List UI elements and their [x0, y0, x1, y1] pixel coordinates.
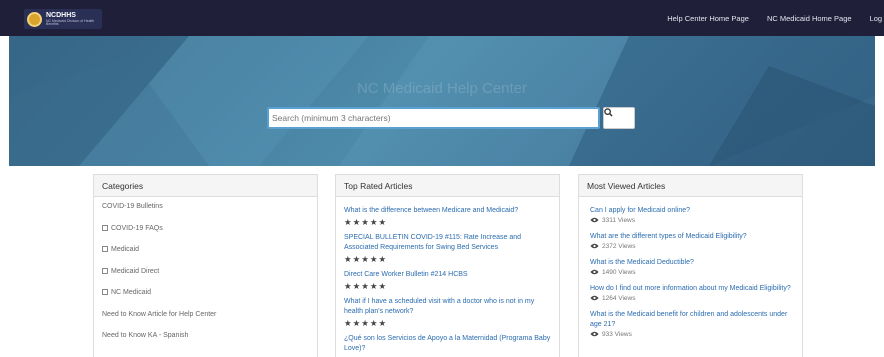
category-item[interactable]: COVID-19 Bulletins [94, 197, 317, 219]
nav-log-in[interactable]: Log in [870, 14, 884, 23]
article-link[interactable]: What is the difference between Medicare … [344, 206, 551, 216]
ncdhhs-logo[interactable]: NCDHHS NC Medicaid Division of Health Be… [24, 9, 102, 29]
view-count: 3311 Views [602, 217, 636, 224]
category-item[interactable]: Need to Know KA - Spanish [94, 326, 317, 348]
nav-nc-medicaid-home[interactable]: NC Medicaid Home Page [767, 14, 852, 23]
eye-icon [590, 269, 599, 275]
category-label: NC Medicaid [111, 289, 152, 296]
category-item[interactable]: Need to Know Article for Help Center [94, 305, 317, 327]
most-viewed-title: Most Viewed Articles [579, 175, 802, 197]
article-link[interactable]: Direct Care Worker Bulletin #214 HCBS [344, 270, 551, 280]
logo-subtitle: NC Medicaid Division of Health Benefits [46, 18, 95, 26]
eye-icon [590, 331, 599, 337]
view-count: 933 Views [602, 331, 632, 338]
top-rated-title: Top Rated Articles [336, 175, 559, 197]
search-button[interactable] [603, 107, 635, 129]
list-item: Can I apply for Medicaid online? 3311 Vi… [590, 206, 791, 226]
star-rating: ★★★★★ [344, 281, 388, 291]
search-icon [604, 108, 613, 117]
category-list: COVID-19 Bulletins COVID-19 FAQs Medicai… [94, 197, 317, 348]
article-link[interactable]: SPECIAL BULLETIN COVID-19 #115: Rate Inc… [344, 233, 551, 253]
category-label: Medicaid [111, 246, 140, 253]
list-item: What is the Medicaid benefit for childre… [590, 310, 791, 340]
eye-icon [590, 217, 599, 223]
view-count: 2372 Views [602, 243, 636, 250]
top-navbar: NCDHHS NC Medicaid Division of Health Be… [0, 0, 884, 36]
star-rating: ★★★★★ [344, 318, 388, 328]
list-item: What is the difference between Medicare … [344, 206, 551, 228]
hero-background-pattern [9, 36, 875, 166]
nav-links: Help Center Home Page NC Medicaid Home P… [667, 14, 884, 23]
article-link[interactable]: What is the Medicaid Deductible? [590, 258, 791, 268]
categories-panel: Categories COVID-19 Bulletins COVID-19 F… [93, 174, 318, 357]
most-viewed-panel: Most Viewed Articles Can I apply for Med… [578, 174, 803, 357]
view-count: 1490 Views [602, 269, 636, 276]
eye-icon [590, 295, 599, 301]
nav-help-center-home[interactable]: Help Center Home Page [667, 14, 749, 23]
list-item: ¿Qué son los Servicios de Apoyo a la Mat… [344, 334, 551, 357]
expand-icon[interactable] [102, 224, 108, 231]
article-link[interactable]: What are the different types of Medicaid… [590, 232, 791, 242]
hero-banner: NC Medicaid Help Center [9, 36, 875, 166]
category-item[interactable]: Medicaid Direct [94, 262, 317, 284]
star-rating: ★★★★★ [344, 254, 388, 264]
list-item: What are the different types of Medicaid… [590, 232, 791, 252]
view-count: 1264 Views [602, 295, 636, 302]
hero-title: NC Medicaid Help Center [356, 80, 528, 97]
star-rating: ★★★★★ [344, 217, 388, 227]
category-item[interactable]: NC Medicaid [94, 283, 317, 305]
expand-icon[interactable] [102, 246, 108, 252]
expand-icon[interactable] [102, 267, 108, 274]
list-item: SPECIAL BULLETIN COVID-19 #115: Rate Inc… [344, 233, 551, 265]
top-rated-list: What is the difference between Medicare … [336, 197, 559, 357]
search-input[interactable] [267, 107, 600, 129]
article-link[interactable]: ¿Qué son los Servicios de Apoyo a la Mat… [344, 334, 551, 354]
article-link[interactable]: Can I apply for Medicaid online? [590, 206, 791, 216]
category-item[interactable]: COVID-19 FAQs [94, 219, 317, 241]
eye-icon [590, 243, 599, 249]
category-label: Medicaid Direct [111, 267, 160, 275]
article-link[interactable]: What if I have a scheduled visit with a … [344, 297, 551, 317]
category-label: Need to Know KA - Spanish [102, 332, 189, 339]
seal-icon [27, 11, 42, 27]
top-rated-panel: Top Rated Articles What is the differenc… [335, 174, 560, 357]
logo-name: NCDHHS [46, 11, 76, 19]
category-label: Need to Know Article for Help Center [102, 310, 217, 318]
expand-icon[interactable] [102, 289, 108, 295]
article-link[interactable]: What is the Medicaid benefit for childre… [590, 310, 791, 330]
category-label: COVID-19 Bulletins [102, 203, 163, 210]
category-label: COVID-19 FAQs [111, 224, 163, 232]
list-item: What is the Medicaid Deductible? 1490 Vi… [590, 258, 791, 278]
categories-title: Categories [94, 175, 317, 197]
article-link[interactable]: How do I find out more information about… [590, 284, 791, 294]
list-item: Direct Care Worker Bulletin #214 HCBS ★★… [344, 270, 551, 292]
list-item: How do I find out more information about… [590, 284, 791, 304]
most-viewed-list: Can I apply for Medicaid online? 3311 Vi… [579, 197, 802, 340]
category-item[interactable]: Medicaid [94, 240, 317, 262]
list-item: What if I have a scheduled visit with a … [344, 297, 551, 329]
